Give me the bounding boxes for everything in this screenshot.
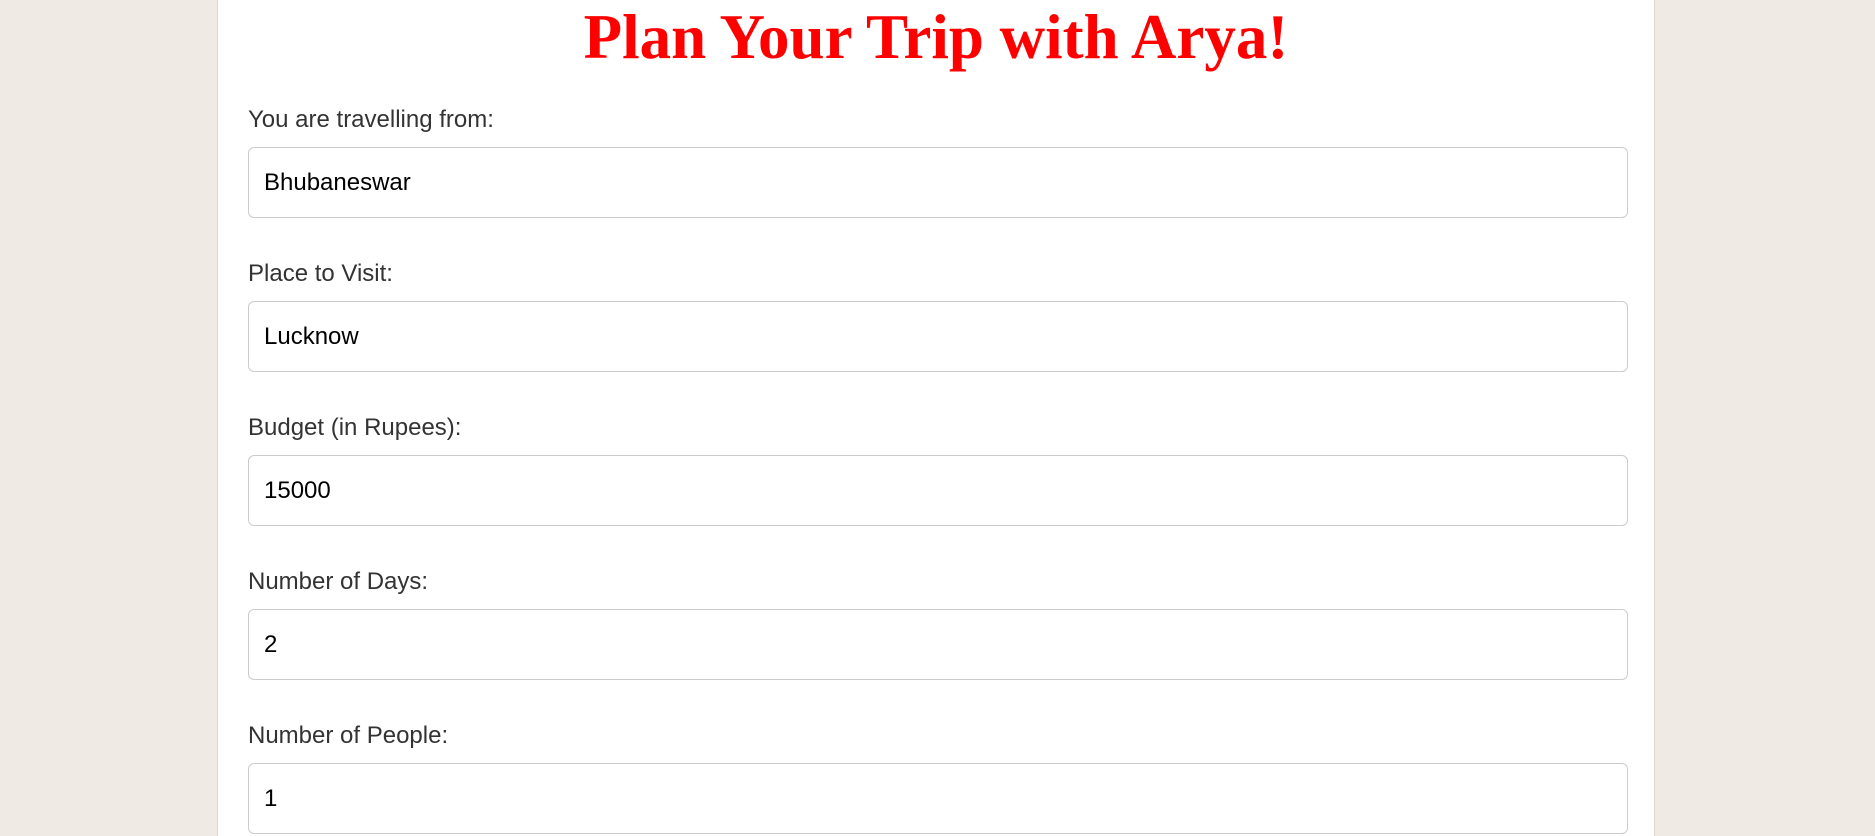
budget-label: Budget (in Rupees): (248, 414, 462, 441)
number-of-days-input[interactable] (248, 609, 1628, 680)
travelling-from-group: You are travelling from: (248, 106, 1628, 218)
number-of-days-label: Number of Days: (248, 568, 429, 595)
number-of-people-label: Number of People: (248, 722, 449, 749)
place-to-visit-label: Place to Visit: (248, 260, 393, 287)
place-to-visit-group: Place to Visit: (248, 260, 1628, 372)
budget-group: Budget (in Rupees): (248, 414, 1628, 526)
place-to-visit-input[interactable] (248, 301, 1628, 372)
number-of-days-group: Number of Days: (248, 568, 1628, 680)
travelling-from-label: You are travelling from: (248, 106, 494, 133)
budget-input[interactable] (248, 455, 1628, 526)
page-title: Plan Your Trip with Arya! (583, 2, 1289, 72)
number-of-people-group: Number of People: (248, 722, 1628, 834)
travelling-from-input[interactable] (248, 147, 1628, 218)
trip-form-panel: Plan Your Trip with Arya! You are travel… (217, 0, 1655, 836)
number-of-people-input[interactable] (248, 763, 1628, 834)
